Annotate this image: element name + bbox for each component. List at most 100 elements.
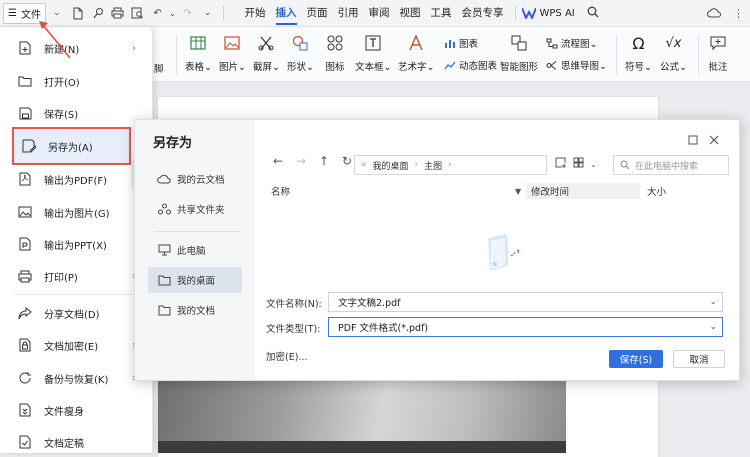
maximize-icon[interactable] bbox=[688, 134, 698, 148]
folder-icon bbox=[157, 275, 171, 286]
sidebar-item-this-pc[interactable]: 此电脑 bbox=[148, 237, 242, 263]
empty-folder-illustration: N bbox=[488, 234, 520, 271]
menu-item-open[interactable]: 打开(O) bbox=[10, 67, 140, 95]
redo-icon[interactable]: ↷ bbox=[179, 4, 197, 22]
shapes-button[interactable]: 形状⌄ bbox=[287, 33, 314, 73]
toolbar-divider bbox=[514, 6, 516, 20]
menu-item-save-as[interactable]: 另存为(A) bbox=[12, 127, 131, 165]
view-mode-icon[interactable] bbox=[573, 157, 584, 171]
more-dropdown-icon[interactable]: ⌄ bbox=[199, 4, 217, 22]
sort-down-icon[interactable]: ▼ bbox=[515, 183, 521, 199]
column-header-name[interactable]: 名称 bbox=[271, 183, 290, 199]
ribbon-divider bbox=[616, 35, 617, 75]
textbox-button[interactable]: 文本框⌄ bbox=[355, 33, 391, 73]
sidebar-item-cloud-docs[interactable]: 我的云文档 bbox=[148, 166, 242, 192]
view-dropdown-icon[interactable]: ⌄ bbox=[590, 160, 597, 169]
menu-item-encrypt[interactable]: 文档加密(E) › bbox=[10, 331, 140, 359]
chart-button[interactable]: 图表 bbox=[444, 36, 478, 50]
breadcrumb-desktop[interactable]: 我的桌面 bbox=[373, 159, 409, 172]
forward-arrow-icon[interactable]: → bbox=[294, 154, 308, 168]
menu-item-share[interactable]: 分享文档(D) bbox=[10, 299, 140, 327]
menu-item-print[interactable]: 打印(P) › bbox=[10, 262, 140, 290]
undo-dropdown-icon[interactable]: ⌄ bbox=[169, 4, 177, 22]
back-arrow-icon[interactable]: ← bbox=[271, 154, 285, 168]
encrypt-link[interactable]: 加密(E)... bbox=[266, 349, 307, 363]
flowchart-button[interactable]: 流程图⌄ bbox=[546, 36, 597, 50]
breadcrumb-folder[interactable]: 主图 bbox=[424, 159, 442, 172]
filetype-select[interactable]: PDF 文件格式(*.pdf) ⌄ bbox=[328, 317, 723, 337]
symbol-button[interactable]: Ω 符号⌄ bbox=[625, 33, 652, 74]
menu-item-export-image[interactable]: 输出为图片(G) bbox=[10, 198, 140, 226]
chevron-right-icon: › bbox=[132, 42, 136, 54]
tab-home[interactable]: 开始 bbox=[240, 0, 271, 27]
chevron-down-icon[interactable]: ⌄ bbox=[709, 297, 717, 307]
menu-item-export-pdf[interactable]: 输出为PDF(F) bbox=[10, 165, 140, 193]
refresh-icon[interactable]: ↻ bbox=[340, 154, 354, 168]
menu-item-label: 打开(O) bbox=[44, 77, 80, 89]
tab-view[interactable]: 视图 bbox=[395, 0, 426, 27]
file-menu-button[interactable]: ☰ 文件 bbox=[3, 2, 46, 24]
search-input[interactable]: 在此电脑中搜索 bbox=[613, 155, 729, 175]
more-icon[interactable]: ⋮ bbox=[733, 7, 744, 20]
close-icon[interactable] bbox=[709, 134, 719, 148]
open-link-icon[interactable] bbox=[89, 4, 107, 22]
up-arrow-icon[interactable]: ↑ bbox=[317, 154, 331, 168]
search-icon[interactable] bbox=[587, 6, 599, 21]
chevron-down-icon[interactable]: ⌄ bbox=[709, 322, 717, 332]
mindmap-button[interactable]: 思维导图⌄ bbox=[546, 58, 607, 72]
insert-picture-button[interactable]: 图片⌄ bbox=[219, 33, 246, 73]
filetype-value: PDF 文件格式(*.pdf) bbox=[338, 323, 429, 334]
menu-item-label: 新建(N) bbox=[44, 44, 80, 56]
comment-button[interactable]: 批注 bbox=[707, 33, 729, 73]
dynamic-chart-button[interactable]: 动态图表 bbox=[444, 58, 497, 72]
wps-ai-button[interactable]: WPS AI bbox=[521, 7, 575, 19]
menu-item-slim[interactable]: 文件瘦身 bbox=[10, 396, 140, 424]
cloud-sync-icon[interactable] bbox=[707, 7, 721, 21]
tab-member[interactable]: 会员专享 bbox=[457, 0, 509, 27]
new-folder-icon[interactable] bbox=[555, 157, 567, 171]
column-header-size[interactable]: 大小 bbox=[647, 183, 666, 199]
save-icon bbox=[17, 105, 33, 121]
shared-folder-icon bbox=[157, 203, 171, 215]
screenshot-button[interactable]: 截屏⌄ bbox=[253, 33, 280, 73]
print-icon[interactable] bbox=[109, 4, 127, 22]
tab-tools[interactable]: 工具 bbox=[426, 0, 457, 27]
undo-icon[interactable]: ↶ bbox=[149, 4, 167, 22]
menu-item-backup[interactable]: 备份与恢复(K) › bbox=[10, 364, 140, 392]
menu-item-export-ppt[interactable]: 输出为PPT(X) bbox=[10, 230, 140, 258]
sidebar-item-shared-folder[interactable]: 共享文件夹 bbox=[148, 196, 242, 222]
print-preview-icon[interactable] bbox=[129, 4, 147, 22]
column-header-modified[interactable]: 修改时间 bbox=[526, 183, 640, 199]
tab-references[interactable]: 引用 bbox=[333, 0, 364, 27]
filename-field[interactable]: 文字文稿2.pdf ⌄ bbox=[328, 292, 723, 312]
breadcrumb[interactable]: « 我的桌面 › 主图 › bbox=[354, 155, 547, 175]
menu-item-save[interactable]: 保存(S) bbox=[10, 99, 140, 127]
menu-tabs: 开始 插入 页面 引用 审阅 视图 工具 会员专享 bbox=[240, 0, 509, 27]
top-right-controls: ⋮ bbox=[707, 0, 744, 27]
wordart-button[interactable]: 艺术字⌄ bbox=[398, 33, 434, 73]
svg-text:N: N bbox=[493, 262, 497, 268]
formula-button[interactable]: √x 公式⌄ bbox=[660, 33, 687, 74]
sidebar-item-desktop[interactable]: 我的桌面 bbox=[148, 267, 242, 293]
tab-insert[interactable]: 插入 bbox=[271, 0, 302, 27]
new-file-icon[interactable] bbox=[69, 4, 87, 22]
tab-review[interactable]: 审阅 bbox=[364, 0, 395, 27]
icons-button[interactable]: 图标 bbox=[324, 33, 346, 73]
save-as-dialog: 另存为 我的云文档 共享文件夹 此电脑 我的桌面 我的文档 ← → ↑ ↻ « … bbox=[134, 119, 740, 381]
menu-item-new[interactable]: 新建(N) › bbox=[10, 34, 140, 62]
comment-label: 批注 bbox=[708, 62, 728, 73]
save-button[interactable]: 保存(S) bbox=[609, 350, 663, 368]
symbol-label: 符号⌄ bbox=[625, 62, 652, 73]
tab-page[interactable]: 页面 bbox=[302, 0, 333, 27]
smart-graphic-button[interactable]: 智能图形 bbox=[500, 33, 538, 73]
insert-table-button[interactable]: 表格⌄ bbox=[185, 33, 212, 73]
menu-item-label: 分享文档(D) bbox=[44, 309, 100, 321]
chevron-down-icon[interactable]: ⌄ bbox=[53, 8, 61, 18]
cancel-button[interactable]: 取消 bbox=[673, 350, 725, 368]
menu-item-finalize[interactable]: 文档定稿 bbox=[10, 428, 140, 456]
smart-graphic-label: 智能图形 bbox=[500, 62, 539, 73]
flowchart-icon bbox=[546, 38, 558, 48]
scissors-icon bbox=[255, 33, 277, 53]
sidebar-item-my-documents[interactable]: 我的文档 bbox=[148, 297, 242, 323]
sidebar-item-label: 此电脑 bbox=[177, 246, 206, 257]
